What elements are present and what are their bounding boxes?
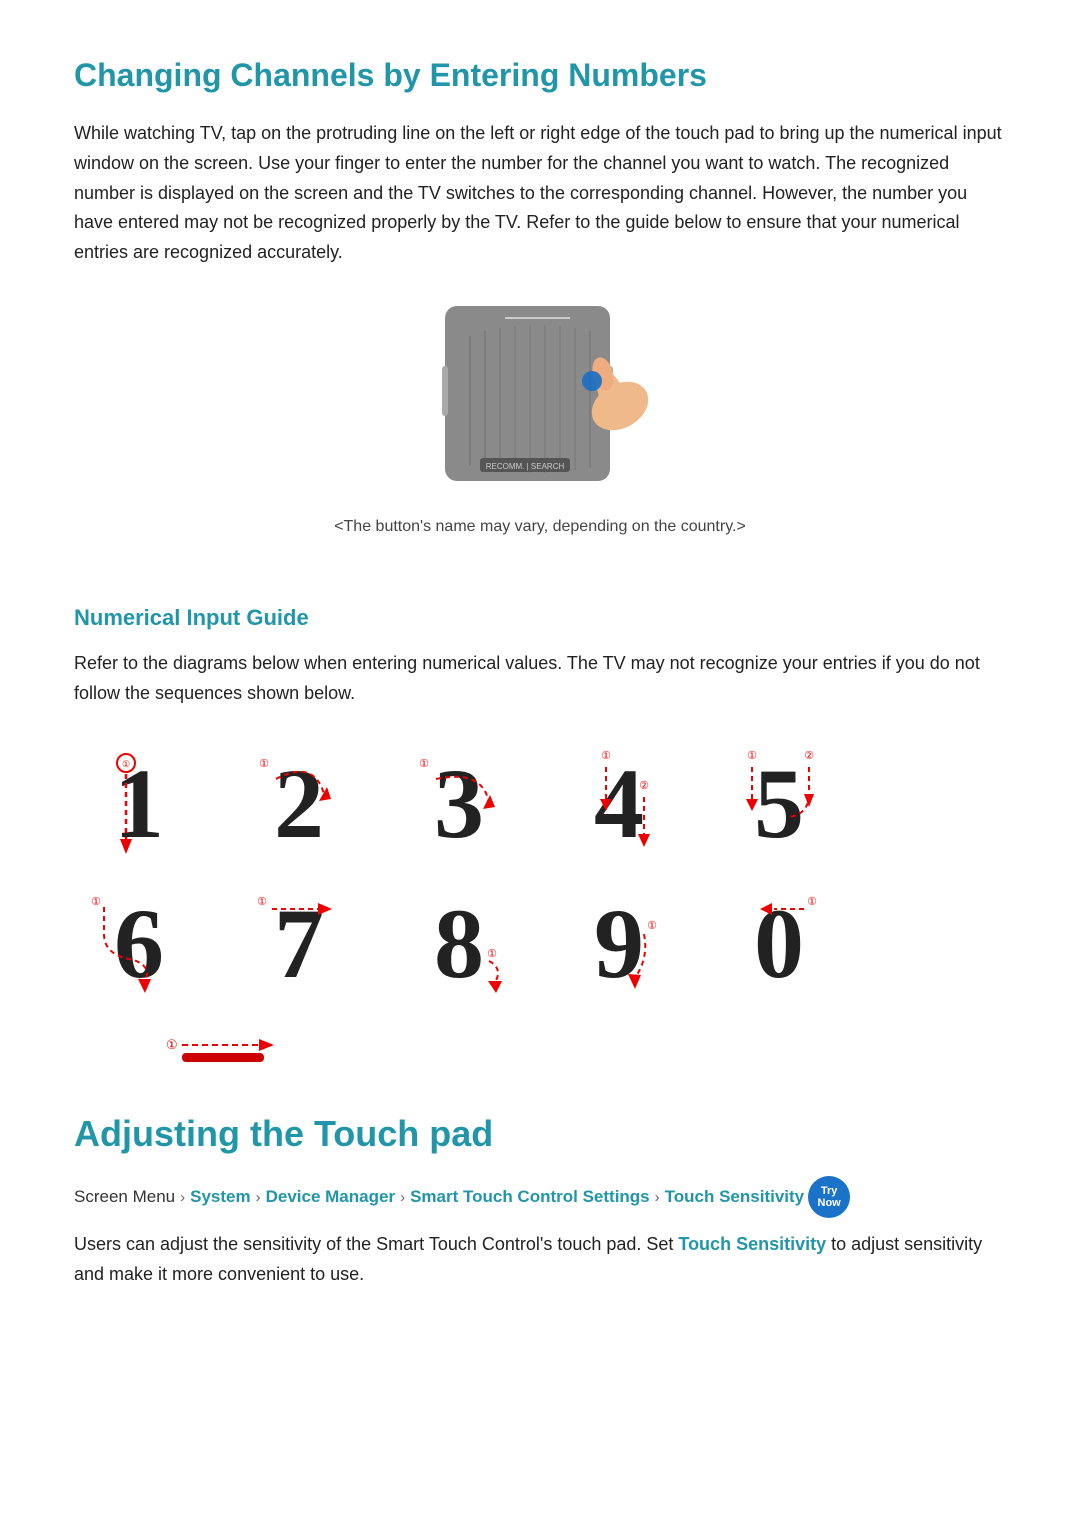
number-4: 4 ① ② — [554, 739, 684, 869]
adjusting-title: Adjusting the Touch pad — [74, 1105, 1006, 1163]
number-3: 3 ① — [394, 739, 524, 869]
svg-text:①: ① — [166, 1037, 178, 1052]
adjusting-body: Users can adjust the sensitivity of the … — [74, 1230, 1006, 1289]
svg-text:①: ① — [487, 948, 497, 960]
svg-text:①: ① — [91, 896, 101, 908]
breadcrumb-device-manager[interactable]: Device Manager — [266, 1182, 395, 1213]
numbers-row-2: 6 ① 7 ① 8 ① — [74, 879, 1006, 1009]
breadcrumb-system[interactable]: System — [190, 1182, 250, 1213]
touch-sensitivity-link[interactable]: Touch Sensitivity — [678, 1234, 826, 1254]
page-title: Changing Channels by Entering Numbers — [74, 50, 1006, 101]
numerical-guide-title: Numerical Input Guide — [74, 600, 1006, 635]
adjusting-body-pre: Users can adjust the sensitivity of the … — [74, 1234, 678, 1254]
breadcrumb-smart-touch[interactable]: Smart Touch Control Settings — [410, 1182, 650, 1213]
try-now-badge[interactable]: TryNow — [808, 1176, 850, 1218]
numerical-guide-description: Refer to the diagrams below when enterin… — [74, 649, 1006, 708]
adjusting-section: Adjusting the Touch pad Screen Menu › Sy… — [74, 1105, 1006, 1290]
svg-text:①: ① — [257, 896, 267, 908]
svg-text:①: ① — [807, 896, 817, 908]
svg-text:①: ① — [259, 758, 269, 770]
numbers-grid: 1 ① 2 ① 3 — [74, 739, 1006, 1009]
number-1: 1 ① — [74, 739, 204, 869]
numerical-guide-section: Numerical Input Guide Refer to the diagr… — [74, 600, 1006, 1069]
svg-text:①: ① — [647, 920, 657, 932]
breadcrumb-sep-3: › — [400, 1184, 405, 1211]
number-9: 9 ① — [554, 879, 684, 1009]
number-8: 8 ① — [394, 879, 524, 1009]
breadcrumb-touch-sensitivity[interactable]: Touch Sensitivity — [665, 1182, 805, 1213]
touchpad-image-container: RECOMM. | SEARCH <The button's name may … — [74, 296, 1006, 564]
svg-text:②: ② — [804, 750, 814, 762]
number-5: 5 ① ② — [714, 739, 844, 869]
dash-indicator: ① — [154, 1029, 1006, 1069]
number-2: 2 ① — [234, 739, 364, 869]
numbers-row-1: 1 ① 2 ① 3 — [74, 739, 1006, 869]
touchpad-illustration: RECOMM. | SEARCH — [425, 296, 655, 506]
svg-text:RECOMM. | SEARCH: RECOMM. | SEARCH — [486, 462, 565, 471]
breadcrumb-screen-menu: Screen Menu — [74, 1182, 175, 1213]
svg-text:①: ① — [419, 758, 429, 770]
number-6: 6 ① — [74, 879, 204, 1009]
breadcrumb-sep-4: › — [655, 1184, 660, 1211]
number-0: 0 ① — [714, 879, 844, 1009]
intro-paragraph: While watching TV, tap on the protruding… — [74, 119, 1006, 267]
breadcrumb-sep-2: › — [256, 1184, 261, 1211]
image-caption: <The button's name may vary, depending o… — [334, 514, 746, 540]
changing-channels-section: Changing Channels by Entering Numbers Wh… — [74, 50, 1006, 564]
breadcrumb-sep-1: › — [180, 1184, 185, 1211]
number-7: 7 ① — [234, 879, 364, 1009]
breadcrumb: Screen Menu › System › Device Manager › … — [74, 1176, 1006, 1218]
